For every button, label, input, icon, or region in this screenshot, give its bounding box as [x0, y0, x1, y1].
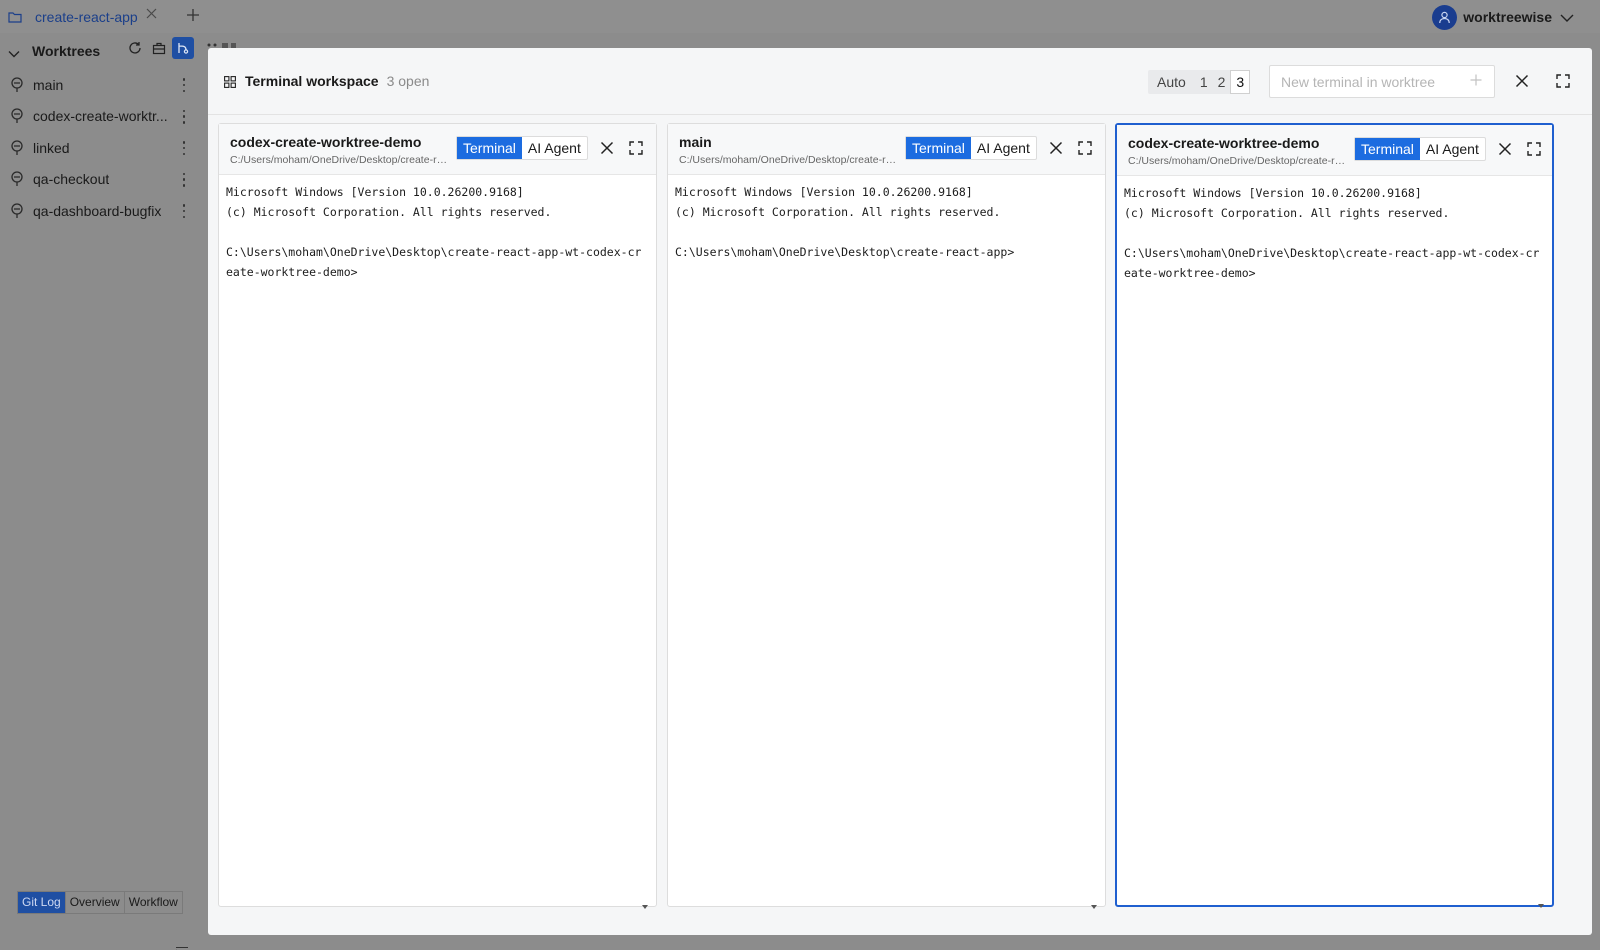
terminal-pane[interactable]: codex-create-worktree-demo C:/Users/moha… — [218, 123, 657, 909]
layout-auto[interactable]: Auto — [1148, 70, 1195, 94]
more-options-icon[interactable] — [180, 77, 188, 93]
mode-ai-agent-button[interactable]: AI Agent — [522, 137, 587, 159]
modal-header: Terminal workspace 3 open Auto 1 2 3 — [208, 48, 1592, 115]
terminal-output[interactable]: Microsoft Windows [Version 10.0.26200.91… — [226, 182, 646, 282]
pane-header: main C:/Users/moham/OneDrive/Desktop/cre… — [668, 124, 1105, 175]
pane-worktree-name: codex-create-worktree-demo — [1128, 135, 1320, 151]
terminal-workspace-modal: Terminal workspace 3 open Auto 1 2 3 cod… — [208, 48, 1592, 935]
pane-mode-switch: Terminal AI Agent — [1354, 137, 1486, 161]
worktree-icon — [9, 77, 25, 93]
worktree-label: linked — [33, 139, 70, 156]
worktree-list: main codex-create-worktr... linked qa-ch… — [0, 69, 200, 227]
worktree-item-main[interactable]: main — [0, 69, 200, 101]
close-pane-icon[interactable] — [1049, 141, 1063, 155]
user-name: worktreewise — [1463, 9, 1552, 25]
layout-3[interactable]: 3 — [1230, 70, 1251, 94]
layout-selector: Auto 1 2 3 — [1148, 70, 1251, 94]
mode-ai-agent-button[interactable]: AI Agent — [1420, 138, 1485, 160]
folder-icon — [8, 9, 24, 25]
mode-terminal-button[interactable]: Terminal — [906, 137, 971, 159]
new-terminal-field — [1269, 65, 1495, 98]
user-avatar-icon — [1432, 4, 1458, 30]
worktree-icon — [9, 140, 25, 156]
modal-title-group: Terminal workspace 3 open — [224, 73, 429, 89]
mode-ai-agent-button[interactable]: AI Agent — [971, 137, 1036, 159]
scroll-down-icon[interactable] — [642, 896, 648, 909]
pane-worktree-name: main — [679, 134, 712, 150]
worktree-label: qa-dashboard-bugfix — [33, 202, 162, 219]
worktree-item-linked[interactable]: linked — [0, 132, 200, 164]
maximize-pane-icon[interactable] — [1527, 142, 1541, 156]
close-pane-icon[interactable] — [1498, 142, 1512, 156]
pane-header: codex-create-worktree-demo C:/Users/moha… — [1117, 125, 1552, 176]
pane-header: codex-create-worktree-demo C:/Users/moha… — [219, 124, 656, 175]
refresh-icon[interactable] — [124, 37, 146, 59]
layout-2[interactable]: 2 — [1213, 70, 1231, 94]
tab-git-log[interactable]: Git Log — [18, 892, 66, 913]
terminal-pane-focused[interactable]: codex-create-worktree-demo C:/Users/moha… — [1115, 123, 1554, 908]
pane-worktree-path: C:/Users/moham/OneDrive/Desktop/create-r… — [1128, 155, 1348, 167]
layout-1[interactable]: 1 — [1195, 70, 1213, 94]
worktrees-title: Worktrees — [32, 43, 101, 59]
worktree-label: codex-create-worktr... — [33, 108, 168, 125]
worktree-item-qa-dashboard-bugfix[interactable]: qa-dashboard-bugfix — [0, 195, 200, 227]
terminal-output[interactable]: Microsoft Windows [Version 10.0.26200.91… — [675, 182, 1095, 262]
collapse-sidebar-icon[interactable] — [175, 945, 189, 950]
more-options-icon[interactable] — [180, 203, 188, 219]
grid-icon — [224, 75, 237, 88]
close-modal-icon[interactable] — [1515, 74, 1529, 88]
repo-tab-label: create-react-app — [35, 8, 138, 25]
maximize-pane-icon[interactable] — [1078, 141, 1092, 155]
plus-icon[interactable] — [1470, 73, 1484, 87]
pane-mode-switch: Terminal AI Agent — [905, 136, 1037, 160]
open-count: 3 open — [386, 73, 430, 89]
maximize-pane-icon[interactable] — [629, 141, 643, 155]
worktree-icon — [9, 108, 25, 124]
pane-worktree-name: codex-create-worktree-demo — [230, 134, 422, 150]
user-menu[interactable]: worktreewise — [1432, 4, 1574, 30]
scroll-down-icon[interactable] — [1091, 896, 1097, 909]
mode-terminal-button[interactable]: Terminal — [1355, 138, 1420, 160]
repo-tab[interactable]: create-react-app — [0, 0, 174, 33]
mode-terminal-button[interactable]: Terminal — [457, 137, 522, 159]
worktree-icon — [9, 171, 25, 187]
tab-overview[interactable]: Overview — [66, 892, 125, 913]
worktree-item-qa-checkout[interactable]: qa-checkout — [0, 164, 200, 196]
pane-worktree-path: C:/Users/moham/OneDrive/Desktop/create-r… — [230, 154, 450, 166]
new-terminal-input[interactable] — [1270, 66, 1460, 97]
modal-title: Terminal workspace — [245, 73, 379, 89]
terminal-output[interactable]: Microsoft Windows [Version 10.0.26200.91… — [1124, 183, 1544, 283]
tab-workflow[interactable]: Workflow — [125, 892, 182, 913]
worktree-item-codex-create-worktree[interactable]: codex-create-worktr... — [0, 101, 200, 133]
chevron-down-icon — [1560, 10, 1574, 24]
worktree-label: main — [33, 76, 64, 93]
worktree-label: qa-checkout — [33, 171, 110, 188]
briefcase-icon[interactable] — [148, 37, 170, 59]
more-options-icon[interactable] — [180, 109, 188, 125]
more-options-icon[interactable] — [180, 172, 188, 188]
terminal-workspace-toggle-icon[interactable] — [172, 37, 194, 59]
more-options-icon[interactable] — [180, 140, 188, 156]
maximize-icon[interactable] — [1556, 74, 1570, 88]
new-tab-button[interactable] — [183, 6, 203, 26]
pane-mode-switch: Terminal AI Agent — [456, 136, 588, 160]
title-bar: create-react-app worktreewise — [0, 0, 1600, 33]
collapse-chevron-icon[interactable] — [8, 45, 20, 58]
scroll-down-icon[interactable] — [1538, 895, 1544, 908]
worktree-icon — [9, 203, 25, 219]
terminal-pane[interactable]: main C:/Users/moham/OneDrive/Desktop/cre… — [667, 123, 1106, 909]
close-pane-icon[interactable] — [600, 141, 614, 155]
close-tab-icon[interactable] — [146, 8, 160, 22]
worktrees-toolbar — [124, 37, 196, 59]
worktrees-sidebar: Worktrees main codex-create-worktr... li… — [0, 33, 236, 950]
pane-worktree-path: C:/Users/moham/OneDrive/Desktop/create-r… — [679, 154, 899, 166]
sidebar-view-tabs: Git Log Overview Workflow — [17, 891, 183, 914]
